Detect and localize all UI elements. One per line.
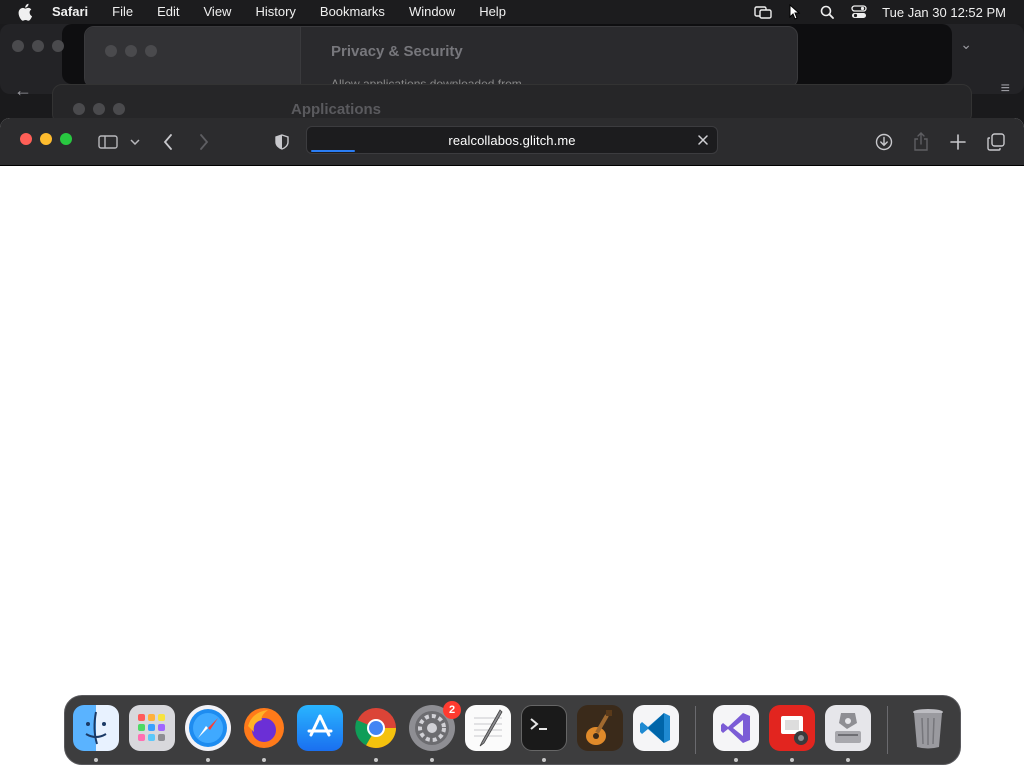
- garageband-icon[interactable]: [577, 705, 623, 751]
- dock-separator: [887, 706, 888, 754]
- chevron-down-icon[interactable]: [124, 128, 146, 156]
- address-bar[interactable]: realcollabos.glitch.me: [306, 126, 718, 154]
- window-controls: [73, 103, 125, 115]
- menu-app-name[interactable]: Safari: [52, 0, 100, 24]
- tab-overview-icon[interactable]: [982, 128, 1010, 156]
- running-indicator: [262, 758, 266, 762]
- window-controls: [20, 133, 72, 145]
- stop-loading-icon[interactable]: [695, 132, 711, 148]
- chrome-icon[interactable]: [353, 705, 399, 751]
- dock: 2: [64, 695, 961, 765]
- menu-history[interactable]: History: [243, 0, 307, 24]
- vscode-icon[interactable]: [633, 705, 679, 751]
- menu-bar: Safari File Edit View History Bookmarks …: [0, 0, 1024, 24]
- settings-sidebar: [85, 27, 301, 89]
- spotlight-search-icon[interactable]: [818, 3, 836, 21]
- menu-bookmarks[interactable]: Bookmarks: [308, 0, 397, 24]
- menu-edit[interactable]: Edit: [145, 0, 191, 24]
- finder-title: Applications: [291, 101, 382, 118]
- window-controls: [105, 45, 157, 57]
- trash-icon[interactable]: [905, 705, 951, 751]
- web-page-content[interactable]: [0, 166, 1024, 768]
- chevron-down-icon: ⌄: [960, 36, 972, 52]
- back-arrow-icon: ←: [14, 80, 32, 100]
- dock-separator: [695, 706, 696, 754]
- apple-menu-icon[interactable]: [18, 2, 38, 22]
- settings-title: Privacy & Security: [331, 43, 463, 60]
- finder-icon[interactable]: [73, 705, 119, 751]
- control-center-icon[interactable]: [850, 3, 868, 21]
- safari-toolbar: realcollabos.glitch.me: [0, 118, 1024, 166]
- launchpad-icon[interactable]: [129, 705, 175, 751]
- minimize-button[interactable]: [40, 133, 52, 145]
- menu-file[interactable]: File: [100, 0, 145, 24]
- terminal-icon[interactable]: [521, 705, 567, 751]
- running-indicator: [94, 758, 98, 762]
- running-indicator: [374, 758, 378, 762]
- app-store-icon[interactable]: [297, 705, 343, 751]
- downloads-icon[interactable]: [870, 128, 898, 156]
- running-indicator: [430, 758, 434, 762]
- running-indicator: [734, 758, 738, 762]
- disk-utility-icon[interactable]: [825, 705, 871, 751]
- notification-badge: 2: [443, 701, 461, 719]
- system-settings-window: Privacy & Security Allow applications do…: [84, 26, 798, 91]
- back-button[interactable]: [154, 128, 182, 156]
- system-settings-icon[interactable]: 2: [409, 701, 461, 751]
- menu-window[interactable]: Window: [397, 0, 467, 24]
- share-icon[interactable]: [907, 128, 935, 156]
- privacy-shield-icon[interactable]: [268, 128, 296, 156]
- close-button[interactable]: [20, 133, 32, 145]
- menu-view[interactable]: View: [192, 0, 244, 24]
- photo-app-icon[interactable]: [769, 705, 815, 751]
- screen-mirroring-icon[interactable]: [754, 3, 772, 21]
- running-indicator: [206, 758, 210, 762]
- cursor-icon: [786, 3, 804, 21]
- url-text[interactable]: realcollabos.glitch.me: [448, 133, 575, 148]
- safari-window: realcollabos.glitch.me: [0, 118, 1024, 768]
- page-load-progress: [311, 150, 355, 152]
- firefox-icon[interactable]: [241, 705, 287, 751]
- new-tab-icon[interactable]: [944, 128, 972, 156]
- menu-help[interactable]: Help: [467, 0, 518, 24]
- forward-button[interactable]: [190, 128, 218, 156]
- background-window-controls: [12, 40, 64, 52]
- textedit-icon[interactable]: [465, 705, 511, 751]
- menu-clock[interactable]: Tue Jan 30 12:52 PM: [882, 5, 1006, 20]
- safari-icon[interactable]: [185, 705, 231, 751]
- running-indicator: [790, 758, 794, 762]
- fullscreen-button[interactable]: [60, 133, 72, 145]
- sidebar-toggle-icon[interactable]: [94, 128, 122, 156]
- running-indicator: [542, 758, 546, 762]
- visual-studio-icon[interactable]: [713, 705, 759, 751]
- running-indicator: [846, 758, 850, 762]
- list-icon: ≡: [1000, 80, 1010, 97]
